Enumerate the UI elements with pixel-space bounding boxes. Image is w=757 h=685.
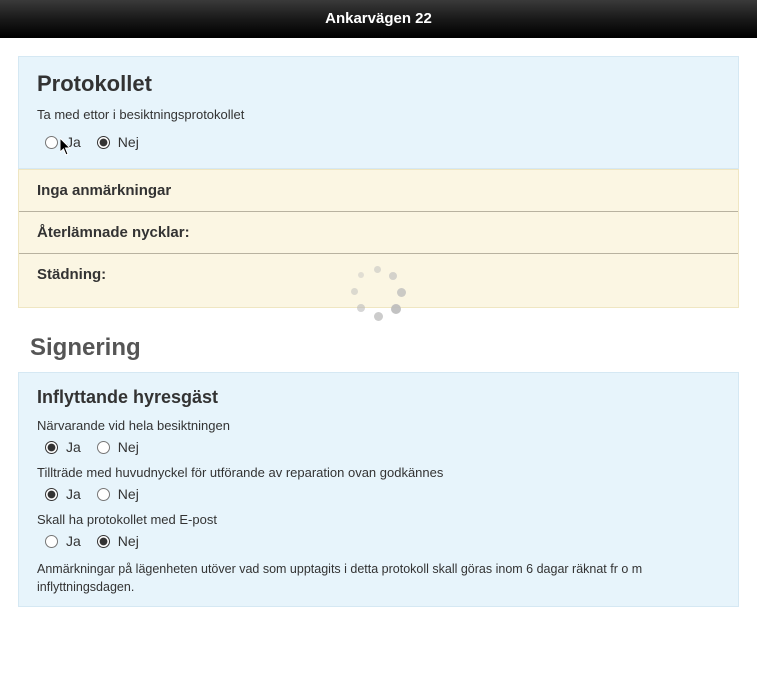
- q3-text: Skall ha protokollet med E-post: [37, 512, 720, 527]
- inflyttande-title: Inflyttande hyresgäst: [37, 387, 720, 408]
- inflyttande-footnote: Anmärkningar på lägenheten utöver vad so…: [37, 561, 720, 596]
- content: Protokollet Ta med ettor i besiktningspr…: [0, 38, 757, 607]
- protokollet-section: Protokollet Ta med ettor i besiktningspr…: [18, 56, 739, 169]
- protokollet-radio-ja[interactable]: [45, 136, 58, 149]
- q2-radio-ja[interactable]: [45, 488, 58, 501]
- q2-radio-nej[interactable]: [97, 488, 110, 501]
- cream-row-1: Inga anmärkningar: [19, 170, 738, 212]
- protokollet-title: Protokollet: [37, 71, 720, 97]
- q2-label-nej[interactable]: Nej: [118, 486, 139, 502]
- cream-row-3: Städning:: [19, 254, 738, 307]
- q1-radio-row: Ja Nej: [45, 439, 720, 455]
- inflyttande-section: Inflyttande hyresgäst Närvarande vid hel…: [18, 372, 739, 607]
- cream-section: Inga anmärkningar Återlämnade nycklar: S…: [18, 169, 739, 308]
- protokollet-label-nej[interactable]: Nej: [118, 134, 139, 150]
- q3-label-nej[interactable]: Nej: [118, 533, 139, 549]
- q3-radio-ja[interactable]: [45, 535, 58, 548]
- signering-title: Signering: [30, 334, 739, 362]
- truncated-previous-row: [0, 38, 757, 50]
- q1-text: Närvarande vid hela besiktningen: [37, 418, 720, 433]
- q3-radio-nej[interactable]: [97, 535, 110, 548]
- q2-radio-row: Ja Nej: [45, 486, 720, 502]
- protokollet-radio-row: Ja Nej: [45, 134, 720, 150]
- cream-row-2: Återlämnade nycklar:: [19, 212, 738, 254]
- page-title: Ankarvägen 22: [325, 10, 432, 27]
- protokollet-radio-nej[interactable]: [97, 136, 110, 149]
- protokollet-subtext: Ta med ettor i besiktningsprotokollet: [37, 107, 720, 122]
- q1-radio-nej[interactable]: [97, 441, 110, 454]
- q2-label-ja[interactable]: Ja: [66, 486, 81, 502]
- q3-label-ja[interactable]: Ja: [66, 533, 81, 549]
- q1-radio-ja[interactable]: [45, 441, 58, 454]
- q1-label-ja[interactable]: Ja: [66, 439, 81, 455]
- app-header: Ankarvägen 22: [0, 0, 757, 38]
- q2-text: Tillträde med huvudnyckel för utförande …: [37, 465, 720, 480]
- q1-label-nej[interactable]: Nej: [118, 439, 139, 455]
- protokollet-label-ja[interactable]: Ja: [66, 134, 81, 150]
- q3-radio-row: Ja Nej: [45, 533, 720, 549]
